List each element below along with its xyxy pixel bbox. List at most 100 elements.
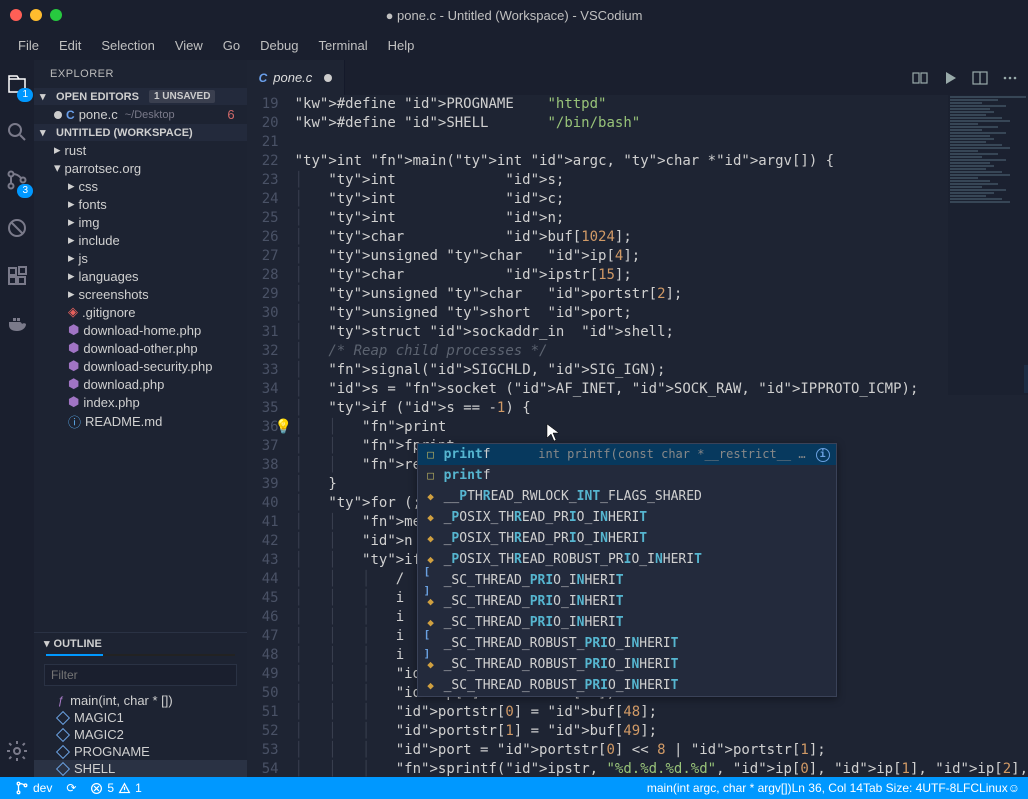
chevron-right-icon: ▸: [68, 250, 75, 266]
open-editors-header[interactable]: ▾ OPEN EDITORS 1 UNSAVED: [34, 88, 247, 105]
file-download-home[interactable]: ⬢download-home.php: [34, 321, 247, 339]
suggest-item[interactable]: □printfint printf(const char *__restrict…: [418, 444, 836, 465]
compare-icon[interactable]: [912, 70, 928, 86]
php-icon: ⬢: [68, 322, 79, 338]
git-icon: ◈: [68, 304, 78, 320]
outline-item-main[interactable]: ƒmain(int, char * []): [34, 692, 247, 709]
file-readme[interactable]: ⓘREADME.md: [34, 411, 247, 432]
mouse-cursor-icon: [546, 423, 562, 443]
folder-img[interactable]: ▸img: [34, 213, 247, 231]
outline-item-shell[interactable]: SHELL: [34, 760, 247, 777]
split-editor-icon[interactable]: [972, 70, 988, 86]
outline-item-magic2[interactable]: MAGIC2: [34, 726, 247, 743]
menu-terminal[interactable]: Terminal: [308, 34, 377, 57]
file-index[interactable]: ⬢index.php: [34, 393, 247, 411]
file-download[interactable]: ⬢download.php: [34, 375, 247, 393]
file-gitignore[interactable]: ◈.gitignore: [34, 303, 247, 321]
suggest-item[interactable]: ◆_POSIX_THREAD_ROBUST_PRIO_INHERIT: [418, 549, 836, 570]
c-file-icon: C: [259, 71, 268, 85]
outline-header[interactable]: ▾ OUTLINE: [34, 633, 247, 654]
folder-css[interactable]: ▸css: [34, 177, 247, 195]
file-download-security[interactable]: ⬢download-security.php: [34, 357, 247, 375]
context-label[interactable]: main(int argc, char * argv[]): [647, 781, 792, 795]
suggest-item[interactable]: ◆_SC_THREAD_PRIO_INHERIT: [418, 612, 836, 633]
sidebar: EXPLORER ▾ OPEN EDITORS 1 UNSAVED C pone…: [34, 60, 247, 777]
folder-rust[interactable]: ▸rust: [34, 141, 247, 159]
menu-help[interactable]: Help: [378, 34, 425, 57]
c-file-icon: C: [66, 108, 75, 122]
explorer-icon[interactable]: 1: [3, 70, 31, 98]
scm-badge: 3: [17, 184, 33, 198]
suggest-item[interactable]: ◆_POSIX_THREAD_PRIO_INHERIT: [418, 507, 836, 528]
suggest-item[interactable]: ◆_SC_THREAD_ROBUST_PRIO_INHERIT: [418, 654, 836, 675]
settings-gear-icon[interactable]: [3, 737, 31, 765]
problems-indicator[interactable]: 5 1: [83, 781, 148, 795]
suggest-item[interactable]: ◆__PTHREAD_RWLOCK_INT_FLAGS_SHARED: [418, 486, 836, 507]
debug-icon[interactable]: [3, 214, 31, 242]
php-icon: ⬢: [68, 340, 79, 356]
docker-icon[interactable]: [3, 310, 31, 338]
chevron-down-icon: ▾: [44, 637, 50, 650]
more-icon[interactable]: [1002, 70, 1018, 86]
folder-languages[interactable]: ▸languages: [34, 267, 247, 285]
suggest-item[interactable]: □printf: [418, 465, 836, 486]
encoding[interactable]: UTF-8: [922, 781, 956, 795]
variable-icon: [56, 727, 70, 741]
activitybar: 1 3: [0, 60, 34, 777]
variable-icon: [56, 710, 70, 724]
scm-icon[interactable]: 3: [3, 166, 31, 194]
suggest-item[interactable]: ◆_SC_THREAD_PRIO_INHERIT: [418, 591, 836, 612]
file-tree[interactable]: ▸rust ▾parrotsec.org ▸css ▸fonts ▸img ▸i…: [34, 141, 247, 632]
language-mode[interactable]: C: [970, 781, 979, 795]
menu-view[interactable]: View: [165, 34, 213, 57]
branch-indicator[interactable]: dev: [8, 781, 59, 795]
explorer-badge: 1: [17, 88, 33, 102]
php-icon: ⬢: [68, 394, 79, 410]
search-icon[interactable]: [3, 118, 31, 146]
open-editor-item[interactable]: C pone.c ~/Desktop 6: [34, 105, 247, 124]
chevron-down-icon: ▾: [40, 126, 52, 139]
menu-selection[interactable]: Selection: [91, 34, 164, 57]
file-download-other[interactable]: ⬢download-other.php: [34, 339, 247, 357]
workspace-header[interactable]: ▾ UNTITLED (WORKSPACE): [34, 124, 247, 141]
code-editor[interactable]: 1920212223242526272829303132333435363738…: [247, 95, 1028, 777]
os-indicator[interactable]: Linux: [979, 781, 1008, 795]
outline-filter-input[interactable]: [44, 664, 237, 686]
minimap[interactable]: [948, 95, 1028, 395]
run-icon[interactable]: [942, 70, 958, 86]
outline-item-magic1[interactable]: MAGIC1: [34, 709, 247, 726]
tab-size[interactable]: Tab Size: 4: [863, 781, 922, 795]
sync-icon[interactable]: ⟳: [59, 781, 83, 795]
suggest-snip-icon: □: [424, 469, 438, 483]
chevron-right-icon: ▸: [54, 142, 61, 158]
feedback-icon[interactable]: ☺: [1008, 781, 1020, 795]
menu-debug[interactable]: Debug: [250, 34, 308, 57]
suggest-item[interactable]: ◆_SC_THREAD_ROBUST_PRIO_INHERIT: [418, 675, 836, 696]
tab-pone-c[interactable]: C pone.c: [247, 60, 346, 95]
function-icon: ƒ: [58, 695, 64, 707]
chevron-right-icon: ▸: [68, 232, 75, 248]
suggest-item[interactable]: ◆_POSIX_THREAD_PRIO_INHERIT: [418, 528, 836, 549]
suggest-const-icon: ◆: [424, 511, 438, 525]
menu-edit[interactable]: Edit: [49, 34, 91, 57]
folder-parrotsec[interactable]: ▾parrotsec.org: [34, 159, 247, 177]
cursor-position[interactable]: Ln 36, Col 14: [792, 781, 863, 795]
extensions-icon[interactable]: [3, 262, 31, 290]
window-title: ● pone.c - Untitled (Workspace) - VSCodi…: [0, 8, 1028, 23]
outline-item-progname[interactable]: PROGNAME: [34, 743, 247, 760]
info-icon[interactable]: i: [816, 448, 830, 462]
folder-screenshots[interactable]: ▸screenshots: [34, 285, 247, 303]
suggest-const-icon: ◆: [424, 490, 438, 504]
eol[interactable]: LF: [956, 781, 970, 795]
folder-include[interactable]: ▸include: [34, 231, 247, 249]
suggest-item[interactable]: [ ]_SC_THREAD_PRIO_INHERIT: [418, 570, 836, 591]
menu-file[interactable]: File: [8, 34, 49, 57]
menu-go[interactable]: Go: [213, 34, 250, 57]
folder-fonts[interactable]: ▸fonts: [34, 195, 247, 213]
chevron-right-icon: ▸: [68, 268, 75, 284]
titlebar: ● pone.c - Untitled (Workspace) - VSCodi…: [0, 0, 1028, 30]
suggest-widget[interactable]: □printfint printf(const char *__restrict…: [417, 443, 837, 697]
chevron-down-icon: ▾: [54, 160, 61, 176]
suggest-item[interactable]: [ ]_SC_THREAD_ROBUST_PRIO_INHERIT: [418, 633, 836, 654]
folder-js[interactable]: ▸js: [34, 249, 247, 267]
